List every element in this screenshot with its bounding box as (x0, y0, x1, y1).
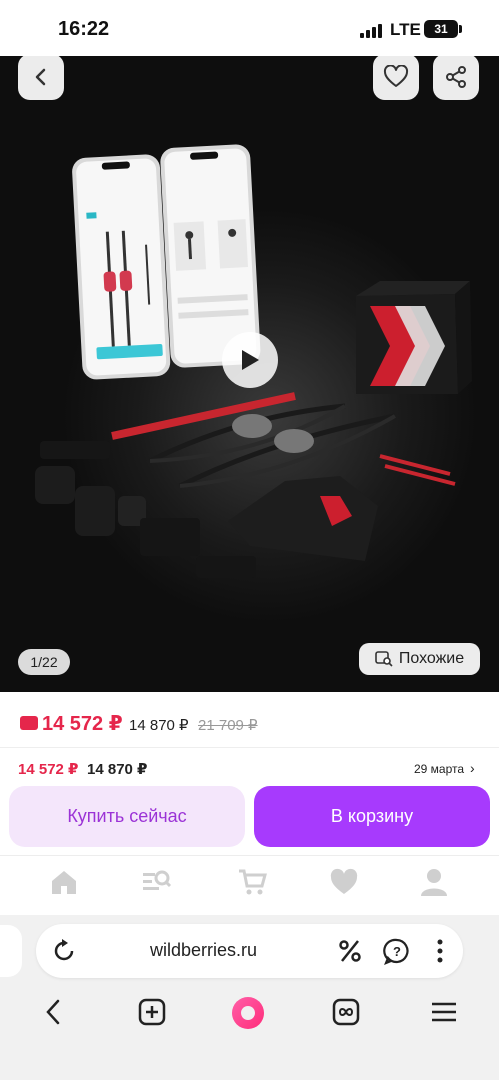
heart-icon (383, 65, 409, 87)
share-button[interactable] (433, 56, 479, 100)
battery-cap (459, 25, 462, 33)
svg-text:?: ? (393, 944, 401, 959)
similar-label: Похожие (398, 650, 465, 667)
reload-icon[interactable] (50, 937, 78, 965)
network-type: LTE (390, 20, 421, 39)
price-old: 21 709 ₽ (198, 717, 258, 734)
browser-back-icon[interactable] (40, 998, 68, 1026)
menu-icon[interactable] (430, 998, 458, 1026)
help-chat-icon[interactable]: ? (383, 937, 411, 965)
wallet-icon (20, 716, 38, 730)
panel-price-second: 14 870 ₽ (87, 761, 148, 778)
tabs-icon[interactable] (332, 998, 360, 1026)
status-bar: 16:22 LTE 31 (0, 0, 499, 56)
add-to-cart-button[interactable]: В корзину (254, 786, 490, 847)
similar-button[interactable]: Похожие (359, 643, 480, 675)
gallery-counter: 1/22 (18, 649, 70, 675)
url-text[interactable]: wildberries.ru (150, 940, 257, 961)
favorite-button[interactable] (373, 56, 419, 100)
signal-icon (360, 24, 382, 38)
price-current: 14 572 ₽ (42, 713, 123, 735)
price-without-wallet: 14 870 ₽ (129, 717, 189, 734)
image-search-icon (375, 651, 393, 667)
catalog-search-icon[interactable] (140, 866, 172, 898)
cart-icon[interactable] (236, 866, 268, 898)
home-icon[interactable] (48, 866, 80, 898)
play-video-button[interactable] (222, 332, 278, 388)
chevron-right-icon[interactable]: › (470, 760, 475, 776)
favorites-icon[interactable] (328, 866, 360, 898)
buy-now-button[interactable]: Купить сейчас (9, 786, 245, 847)
panel-price-current: 14 572 ₽ (18, 761, 79, 778)
back-button[interactable] (18, 56, 64, 100)
chevron-left-icon (35, 68, 46, 86)
delivery-date[interactable]: 29 марта (414, 762, 464, 776)
profile-icon[interactable] (418, 866, 450, 898)
share-icon (446, 66, 466, 88)
previous-tab-edge[interactable] (0, 925, 22, 977)
discount-icon[interactable] (336, 937, 364, 965)
battery-icon: 31 (424, 20, 458, 38)
new-tab-icon[interactable] (138, 998, 166, 1026)
more-vertical-icon[interactable] (426, 937, 454, 965)
status-time: 16:22 (58, 18, 110, 40)
product-image[interactable]: 1/22 Похожие (0, 56, 499, 692)
alice-assistant-icon[interactable] (230, 995, 266, 1031)
play-icon (242, 350, 259, 370)
